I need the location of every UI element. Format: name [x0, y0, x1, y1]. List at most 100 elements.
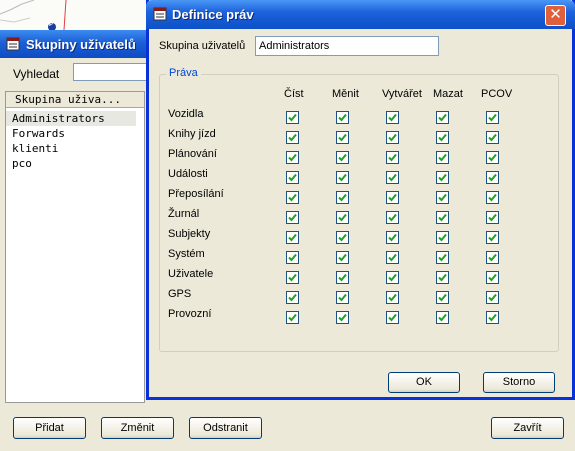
checkbox-pcov[interactable]: [486, 131, 499, 144]
rights-row-label: Žurnál: [168, 208, 200, 220]
checkbox-create[interactable]: [386, 131, 399, 144]
close-icon[interactable]: ✕: [545, 5, 566, 26]
checkmark-icon: [338, 233, 347, 242]
ok-button[interactable]: OK: [388, 372, 460, 393]
checkbox-edit[interactable]: [336, 151, 349, 164]
checkbox-delete[interactable]: [436, 151, 449, 164]
checkmark-icon: [338, 193, 347, 202]
checkbox-create[interactable]: [386, 211, 399, 224]
checkbox-delete[interactable]: [436, 171, 449, 184]
checkbox-read[interactable]: [286, 251, 299, 264]
checkbox-pcov[interactable]: [486, 251, 499, 264]
checkmark-icon: [338, 253, 347, 262]
checkmark-icon: [388, 253, 397, 262]
checkbox-pcov[interactable]: [486, 311, 499, 324]
checkmark-icon: [488, 133, 497, 142]
checkbox-create[interactable]: [386, 231, 399, 244]
list-item[interactable]: pco: [6, 156, 136, 171]
checkmark-icon: [388, 173, 397, 182]
column-header-read: Číst: [284, 88, 304, 100]
checkmark-icon: [488, 253, 497, 262]
map-fragment: [0, 0, 67, 31]
checkbox-read[interactable]: [286, 171, 299, 184]
checkbox-pcov[interactable]: [486, 271, 499, 284]
checkbox-delete[interactable]: [436, 291, 449, 304]
checkbox-pcov[interactable]: [486, 111, 499, 124]
list-item[interactable]: Forwards: [6, 126, 136, 141]
checkbox-read[interactable]: [286, 231, 299, 244]
checkbox-read[interactable]: [286, 151, 299, 164]
rights-row-label: GPS: [168, 288, 192, 300]
add-group-button[interactable]: Přidat: [13, 417, 86, 439]
checkbox-read[interactable]: [286, 191, 299, 204]
checkbox-delete[interactable]: [436, 271, 449, 284]
cancel-button[interactable]: Storno: [483, 372, 555, 393]
list-item[interactable]: klienti: [6, 141, 136, 156]
checkmark-icon: [488, 193, 497, 202]
checkmark-icon: [338, 133, 347, 142]
checkbox-pcov[interactable]: [486, 151, 499, 164]
checkmark-icon: [288, 273, 297, 282]
checkmark-icon: [438, 213, 447, 222]
rights-row-label: Provozní: [168, 308, 212, 320]
checkmark-icon: [438, 193, 447, 202]
checkbox-delete[interactable]: [436, 231, 449, 244]
rights-row-label: Systém: [168, 248, 205, 260]
checkbox-create[interactable]: [386, 271, 399, 284]
checkbox-delete[interactable]: [436, 311, 449, 324]
checkbox-create[interactable]: [386, 171, 399, 184]
checkbox-delete[interactable]: [436, 191, 449, 204]
rights-row-label: Přeposílání: [168, 188, 224, 200]
checkbox-read[interactable]: [286, 291, 299, 304]
checkmark-icon: [388, 313, 397, 322]
checkmark-icon: [438, 273, 447, 282]
close-window-button[interactable]: Zavřít: [491, 417, 564, 439]
checkbox-create[interactable]: [386, 111, 399, 124]
checkbox-pcov[interactable]: [486, 171, 499, 184]
checkmark-icon: [438, 233, 447, 242]
checkbox-delete[interactable]: [436, 111, 449, 124]
checkbox-pcov[interactable]: [486, 231, 499, 244]
edit-group-button[interactable]: Změnit: [101, 417, 174, 439]
checkmark-icon: [388, 153, 397, 162]
checkbox-delete[interactable]: [436, 131, 449, 144]
delete-group-button[interactable]: Odstranit: [189, 417, 262, 439]
checkmark-icon: [438, 153, 447, 162]
checkmark-icon: [488, 273, 497, 282]
checkbox-edit[interactable]: [336, 211, 349, 224]
checkbox-pcov[interactable]: [486, 191, 499, 204]
checkbox-read[interactable]: [286, 131, 299, 144]
group-list[interactable]: Skupina uživa... Administrators Forwards…: [5, 91, 145, 403]
checkbox-edit[interactable]: [336, 111, 349, 124]
checkbox-edit[interactable]: [336, 231, 349, 244]
checkbox-create[interactable]: [386, 291, 399, 304]
rights-dialog-titlebar[interactable]: Definice práv ✕: [146, 0, 575, 29]
checkmark-icon: [488, 113, 497, 122]
checkbox-read[interactable]: [286, 111, 299, 124]
checkbox-edit[interactable]: [336, 191, 349, 204]
checkbox-create[interactable]: [386, 311, 399, 324]
checkmark-icon: [388, 113, 397, 122]
checkbox-edit[interactable]: [336, 271, 349, 284]
checkbox-edit[interactable]: [336, 171, 349, 184]
checkbox-delete[interactable]: [436, 211, 449, 224]
group-name-field[interactable]: Administrators: [255, 36, 439, 56]
checkbox-edit[interactable]: [336, 291, 349, 304]
checkmark-icon: [388, 133, 397, 142]
checkbox-read[interactable]: [286, 311, 299, 324]
checkbox-create[interactable]: [386, 151, 399, 164]
checkbox-create[interactable]: [386, 251, 399, 264]
checkbox-read[interactable]: [286, 271, 299, 284]
checkbox-create[interactable]: [386, 191, 399, 204]
checkbox-pcov[interactable]: [486, 211, 499, 224]
group-list-column-header[interactable]: Skupina uživa...: [6, 92, 144, 108]
dialog-app-icon: [153, 7, 167, 21]
checkbox-pcov[interactable]: [486, 291, 499, 304]
list-item[interactable]: Administrators: [6, 111, 136, 126]
checkbox-edit[interactable]: [336, 251, 349, 264]
checkbox-edit[interactable]: [336, 131, 349, 144]
checkbox-edit[interactable]: [336, 311, 349, 324]
checkmark-icon: [438, 173, 447, 182]
checkbox-delete[interactable]: [436, 251, 449, 264]
checkbox-read[interactable]: [286, 211, 299, 224]
